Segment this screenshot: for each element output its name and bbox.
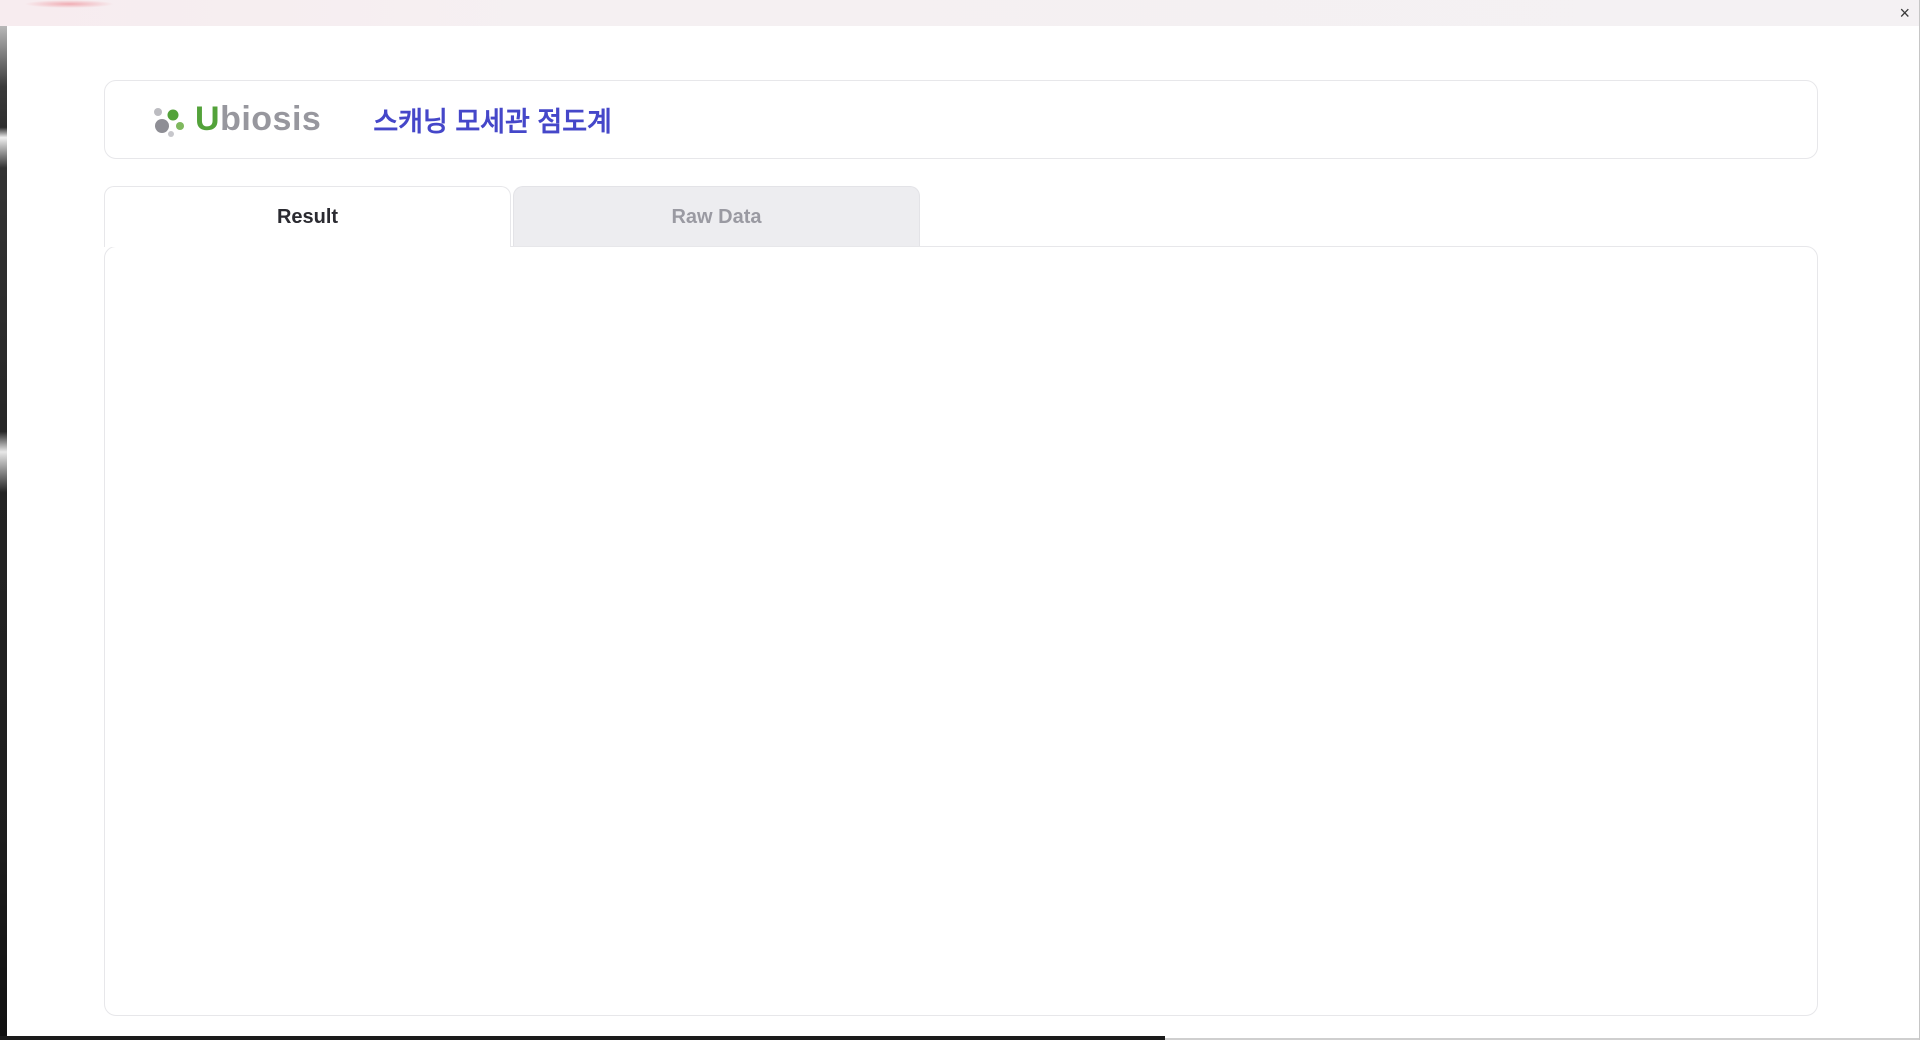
tab-raw-data[interactable]: Raw Data [513,186,920,247]
result-panel [104,246,1818,1016]
titlebar-accent [24,0,114,8]
brand-u: U [195,100,221,138]
window-titlebar: × [0,0,1919,26]
app-window: × Ubiosis 스캐닝 모세관 점도계 Result Raw Data i … [0,0,1920,1040]
background-window-bottom-edge [0,1036,1165,1040]
brand-text: Ubiosis [195,100,321,139]
tab-result[interactable]: Result [104,186,511,247]
ubiosis-logo: Ubiosis [149,98,321,142]
page-title: 스캐닝 모세관 점도계 [373,107,612,137]
close-icon[interactable]: × [1899,2,1910,24]
header-card: Ubiosis 스캐닝 모세관 점도계 [104,80,1818,159]
brand-rest: biosis [220,100,322,138]
ubiosis-logo-dots-icon [154,107,184,137]
background-window-edge [0,26,7,1040]
